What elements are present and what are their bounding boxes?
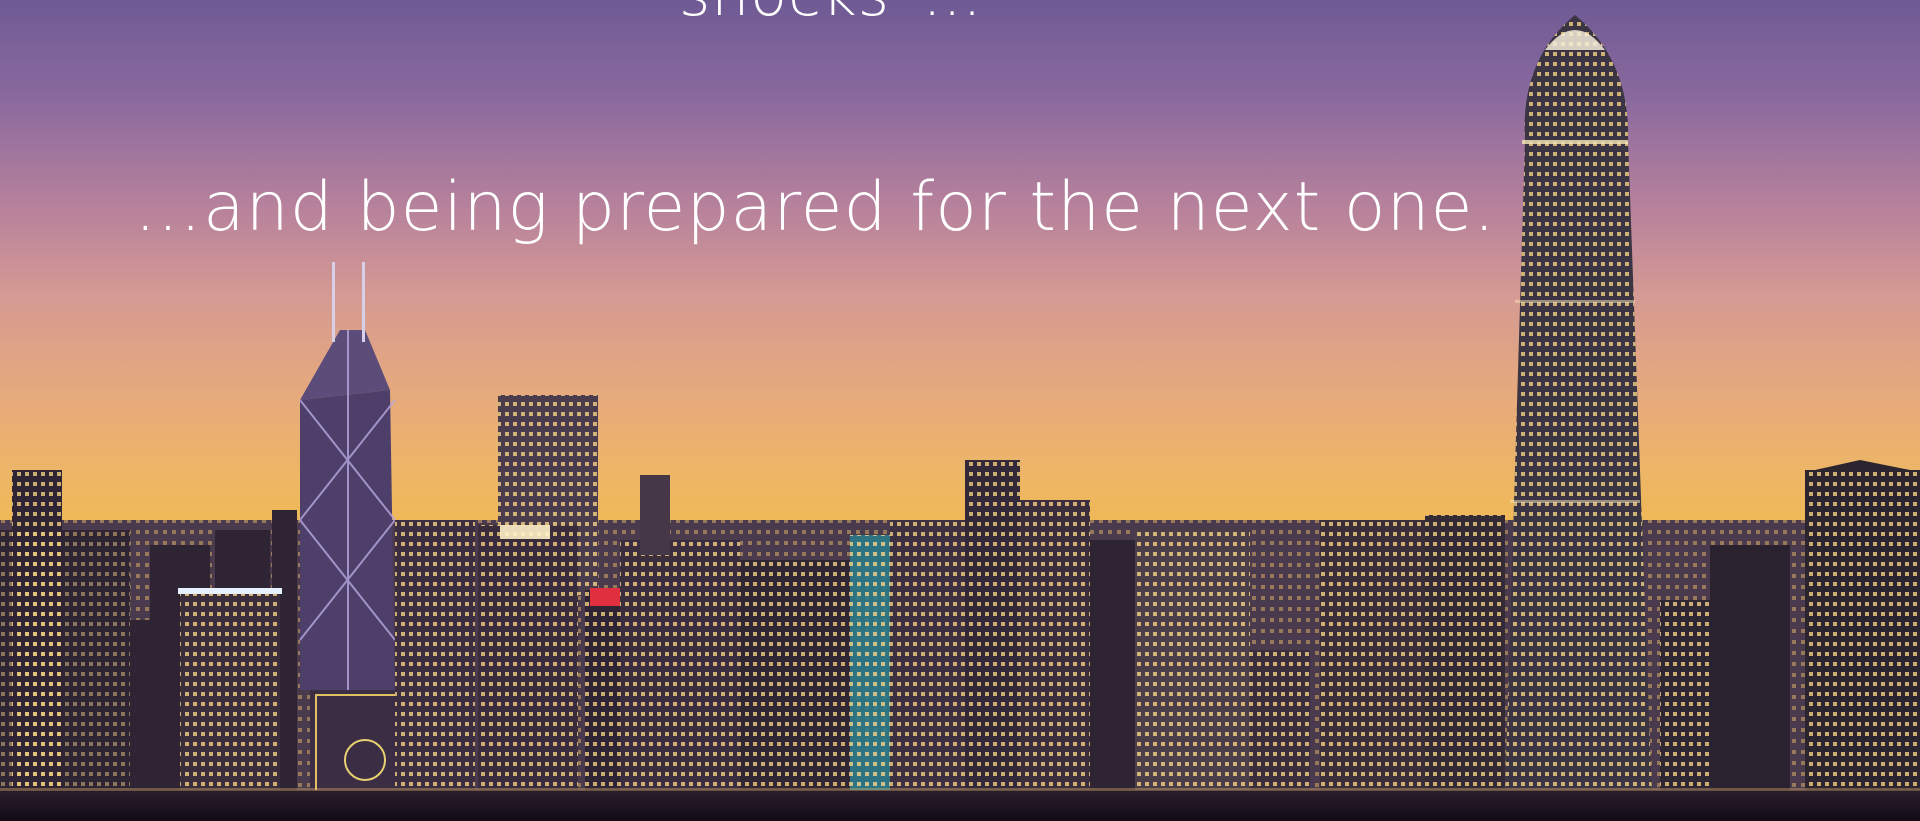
city-skyline-image — [0, 15, 1920, 821]
tall-tower — [1505, 15, 1652, 800]
hero-scene: “shocks”… …and being prepared for the ne… — [0, 0, 1920, 821]
caption-line-shocks: “shocks”… — [0, 0, 1630, 35]
caption-line-prepared: …and being prepared for the next one. — [133, 168, 1497, 247]
central-buildings — [395, 395, 1310, 815]
